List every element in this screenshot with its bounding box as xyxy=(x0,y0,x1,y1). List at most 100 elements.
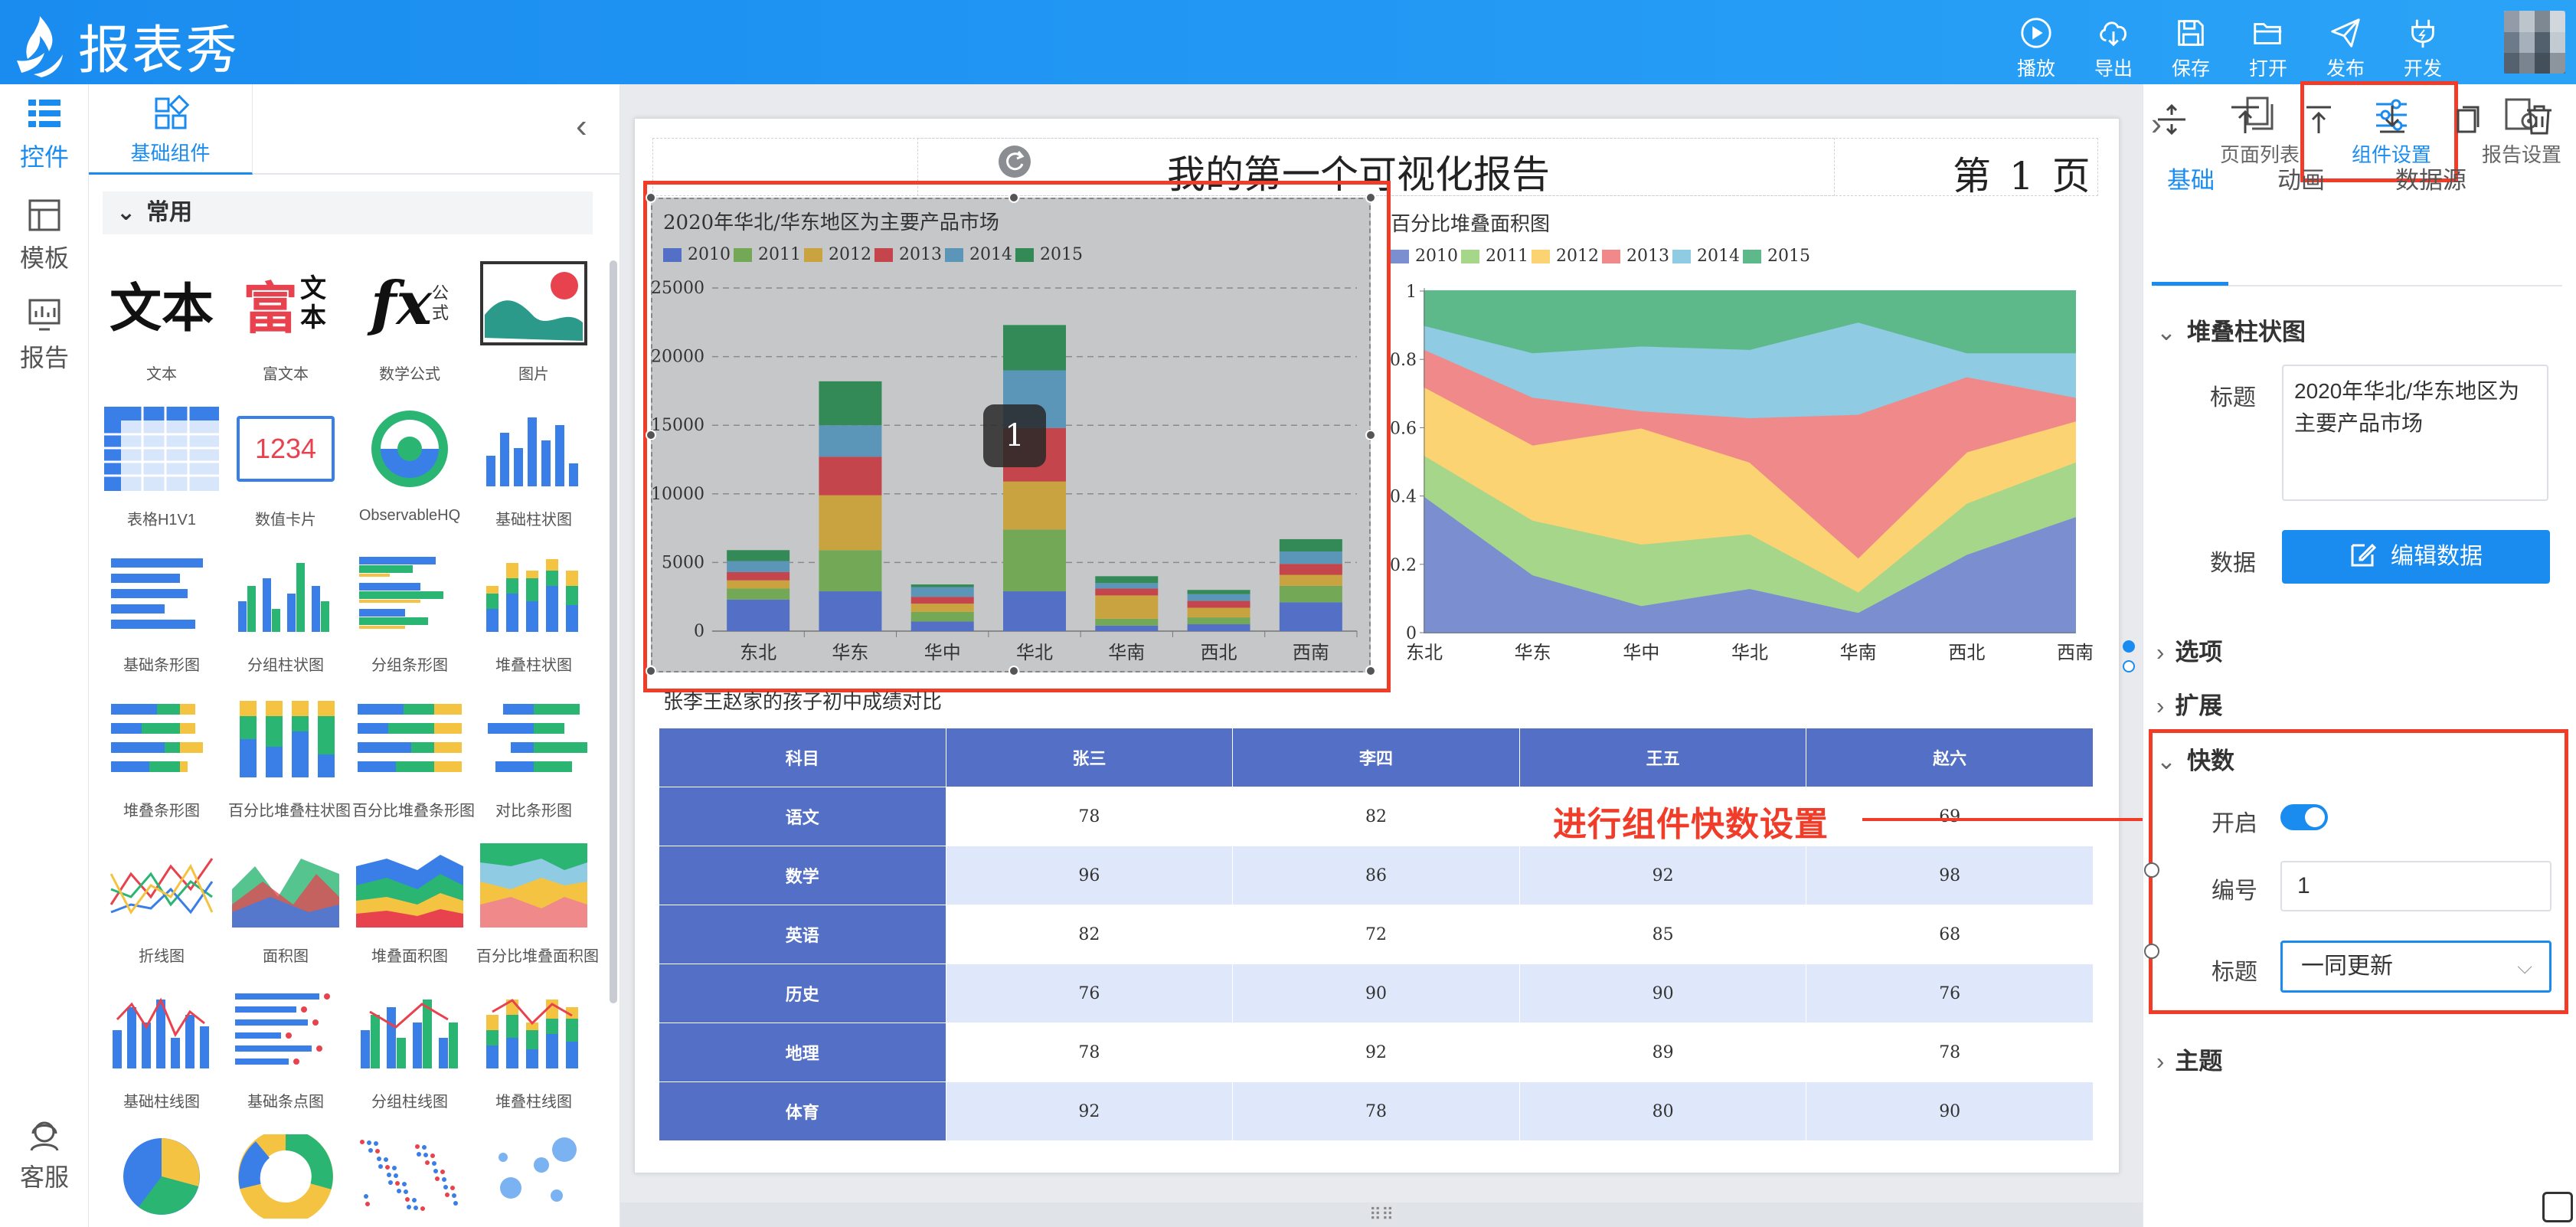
component-item[interactable]: 堆叠条形图 xyxy=(104,689,219,820)
component-item[interactable]: 分组条形图 xyxy=(352,544,467,675)
component-item[interactable]: 文本 文本 xyxy=(104,253,219,384)
section-stacked-bar[interactable]: ⌄ 堆叠柱状图 xyxy=(2156,312,2306,347)
component-item[interactable]: 图片 xyxy=(476,253,591,384)
resize-handle[interactable] xyxy=(646,666,656,676)
table-cell[interactable]: 69 xyxy=(1806,787,2094,846)
rotate-handle-icon[interactable] xyxy=(999,146,1031,178)
table-cell[interactable]: 85 xyxy=(1518,905,1807,964)
table-row-header[interactable]: 英语 xyxy=(659,905,946,964)
resize-handle[interactable] xyxy=(646,192,656,203)
component-item[interactable]: 折线图 xyxy=(104,835,219,966)
component-item[interactable]: 百分比堆叠条形图 xyxy=(352,689,475,820)
anchor-dot-outline[interactable] xyxy=(2123,660,2135,672)
table-cell[interactable]: 98 xyxy=(1806,846,2094,905)
legend-item[interactable]: 2013 xyxy=(1602,247,1669,266)
component-item[interactable]: 百分比堆叠面积图 xyxy=(476,835,599,966)
prop-tab-animation[interactable]: 动画 xyxy=(2277,161,2325,195)
feedback-icon[interactable] xyxy=(2542,1192,2573,1222)
table-cell[interactable]: 78 xyxy=(1232,1081,1520,1141)
component-item[interactable]: 富文本 富文本 xyxy=(228,253,343,384)
component-item[interactable]: 百分比堆叠柱状图 xyxy=(228,689,351,820)
table-row-header[interactable]: 数学 xyxy=(659,846,946,905)
table-cell[interactable]: 90 xyxy=(1518,964,1807,1023)
section-common[interactable]: ⌄ 常用 xyxy=(103,191,593,234)
legend-item[interactable]: 2013 xyxy=(874,245,942,264)
component-item[interactable]: 堆叠柱线图 xyxy=(476,980,591,1111)
canvas-resize-grip[interactable]: ⠿⠿ xyxy=(620,1202,2143,1227)
component-item[interactable]: 分组柱状图 xyxy=(228,544,343,675)
resize-handle[interactable] xyxy=(1365,430,1376,440)
table-cell[interactable]: 78 xyxy=(945,1022,1234,1082)
legend-item[interactable]: 2010 xyxy=(1391,247,1458,266)
page-number[interactable]: 第 1 页 xyxy=(1953,146,2094,201)
align-top-button[interactable] xyxy=(2302,103,2336,136)
section-options[interactable]: › 选项 xyxy=(2156,633,2222,667)
section-theme[interactable]: › 主题 xyxy=(2156,1042,2222,1076)
resize-handle[interactable] xyxy=(1365,666,1376,676)
component-item[interactable]: 表格H1V1 xyxy=(104,398,219,529)
table-cell[interactable]: 72 xyxy=(1232,905,1520,964)
rail-item-reports[interactable]: 报告 xyxy=(0,296,89,374)
publish-button[interactable]: 发布 xyxy=(2311,15,2380,81)
legend-item[interactable]: 2011 xyxy=(1461,247,1528,266)
component-item[interactable]: 堆叠面积图 xyxy=(352,835,467,966)
prop-tab-basic[interactable]: 基础 xyxy=(2167,161,2215,195)
table-cell[interactable]: 92 xyxy=(1518,846,1807,905)
resize-handle[interactable] xyxy=(1008,666,1019,676)
table-cell[interactable]: 92 xyxy=(945,1081,1234,1141)
table-cell[interactable]: 96 xyxy=(945,846,1234,905)
legend-item[interactable]: 2015 xyxy=(1743,247,1810,266)
legend-item[interactable]: 2014 xyxy=(945,245,1012,264)
table-cell[interactable]: 92 xyxy=(1232,1022,1520,1082)
area-layer[interactable] xyxy=(1424,290,2076,354)
resize-handle[interactable] xyxy=(1008,192,1019,203)
align-bottom-button[interactable] xyxy=(2375,103,2409,136)
section-extend[interactable]: › 扩展 xyxy=(2156,686,2222,721)
customer-service-button[interactable]: 客服 xyxy=(0,1115,89,1193)
legend-item[interactable]: 2014 xyxy=(1672,247,1740,266)
component-item[interactable]: 基础柱状图 xyxy=(476,398,591,529)
title-textarea[interactable]: 2020年华北/华东地区为主要产品市场 xyxy=(2282,365,2548,501)
table-cell[interactable]: 82 xyxy=(945,905,1234,964)
resize-handle[interactable] xyxy=(646,430,656,440)
component-item[interactable]: ObservableHQ xyxy=(352,398,467,525)
open-button[interactable]: 打开 xyxy=(2234,15,2303,81)
component-item[interactable]: 基础条点图 xyxy=(228,980,343,1111)
table-cell[interactable]: 82 xyxy=(1232,787,1520,846)
align-vcenter-button[interactable] xyxy=(2155,103,2189,136)
resize-handle[interactable] xyxy=(1365,192,1376,203)
delete-button[interactable] xyxy=(2522,103,2556,136)
develop-button[interactable]: 开发 xyxy=(2388,15,2457,81)
table-cell[interactable]: 89 xyxy=(1518,1022,1807,1082)
component-item[interactable]: 面积图 xyxy=(228,835,343,966)
table-cell[interactable]: 78 xyxy=(1806,1022,2094,1082)
table-cell[interactable]: 90 xyxy=(1232,964,1520,1023)
rail-item-widgets[interactable]: 控件 xyxy=(0,95,89,173)
table-cell[interactable]: 86 xyxy=(1232,846,1520,905)
align-hcenter-button[interactable] xyxy=(2228,103,2262,136)
table-cell[interactable]: 76 xyxy=(945,964,1234,1023)
table-cell[interactable]: 68 xyxy=(1806,905,2094,964)
score-table[interactable]: 科目 张三 李四 王五 赵六 语文 78 82 69 数学 96 86 92 98 英语 82 72 85 68 历… xyxy=(659,728,2094,1141)
rail-item-templates[interactable]: 模板 xyxy=(0,196,89,274)
table-cell[interactable]: 90 xyxy=(1806,1081,2094,1141)
collapse-panel-chevron-icon[interactable]: ‹ xyxy=(576,107,587,146)
legend-item[interactable]: 2010 xyxy=(663,245,731,264)
component-item[interactable]: 1234 数值卡片 xyxy=(228,398,343,529)
component-item[interactable] xyxy=(476,1126,591,1227)
anchor-dot[interactable] xyxy=(2123,640,2135,653)
component-item[interactable] xyxy=(228,1126,343,1227)
component-item[interactable]: 基础柱线图 xyxy=(104,980,219,1111)
table-row-header[interactable]: 体育 xyxy=(659,1081,946,1141)
copy-button[interactable] xyxy=(2449,103,2483,136)
edit-data-button[interactable]: 编辑数据 xyxy=(2282,530,2550,584)
table-cell[interactable]: 76 xyxy=(1806,964,2094,1023)
table-row-header[interactable]: 历史 xyxy=(659,964,946,1023)
component-panel-scrollbar[interactable] xyxy=(610,260,617,1003)
legend-item[interactable]: 2012 xyxy=(804,245,871,264)
play-button[interactable]: 播放 xyxy=(2002,15,2071,81)
table-cell[interactable]: 78 xyxy=(945,787,1234,846)
component-item[interactable] xyxy=(104,1126,219,1227)
component-item[interactable] xyxy=(352,1126,467,1227)
legend-item[interactable]: 2012 xyxy=(1532,247,1599,266)
